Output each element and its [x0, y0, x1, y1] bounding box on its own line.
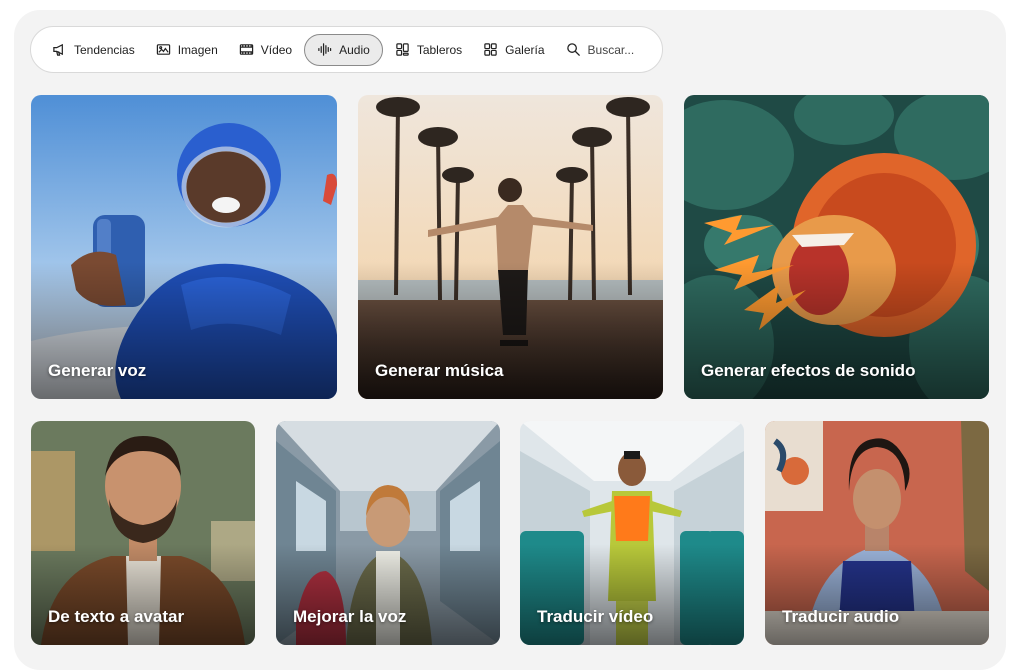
card-generar-efectos-de-sonido[interactable]: Generar efectos de sonido — [684, 95, 989, 399]
card-label: Generar voz — [48, 361, 147, 380]
gallery-icon — [484, 43, 497, 56]
card-label: De texto a avatar — [48, 607, 185, 626]
boards-icon — [396, 43, 409, 56]
nav-item-galeria[interactable]: Galería — [474, 34, 553, 66]
card-label: Mejorar la voz — [293, 607, 407, 626]
image-icon — [156, 44, 170, 55]
card-shade — [765, 544, 989, 645]
nav-item-label: Imagen — [177, 42, 218, 57]
nav-item-label: Tendencias — [74, 42, 135, 57]
card-traducir-audio[interactable]: Traducir audio — [765, 421, 989, 645]
category-nav-bar: Tendencias Imagen Vídeo Audio Tableros G… — [30, 26, 663, 73]
search-button[interactable]: Buscar... — [557, 34, 644, 66]
card-shade — [520, 544, 744, 645]
nav-item-imagen[interactable]: Imagen — [147, 34, 227, 66]
card-label: Generar música — [375, 361, 504, 380]
card-generar-voz[interactable]: Generar voz — [31, 95, 337, 399]
card-label: Generar efectos de sonido — [701, 361, 916, 380]
card-mejorar-la-voz[interactable]: Mejorar la voz — [276, 421, 500, 645]
film-icon — [239, 44, 253, 55]
card-label: Traducir vídeo — [537, 607, 654, 626]
card-generar-musica[interactable]: Generar música — [358, 95, 663, 399]
card-shade — [31, 544, 255, 645]
search-icon — [566, 43, 580, 57]
nav-item-label: Tableros — [416, 42, 463, 57]
nav-item-label: Audio — [339, 42, 370, 57]
nav-item-audio[interactable]: Audio — [304, 33, 383, 66]
card-shade — [276, 544, 500, 645]
nav-item-label: Vídeo — [260, 42, 293, 57]
nav-item-tendencias[interactable]: Tendencias — [43, 34, 144, 66]
card-traducir-video[interactable]: Traducir vídeo — [520, 421, 744, 645]
nav-item-tableros[interactable]: Tableros — [386, 34, 471, 66]
megaphone-icon — [53, 43, 63, 56]
waveform-icon — [318, 43, 332, 56]
search-label: Buscar... — [587, 42, 635, 57]
nav-item-label: Galería — [505, 42, 545, 57]
nav-item-video[interactable]: Vídeo — [230, 34, 301, 66]
card-label: Traducir audio — [782, 607, 900, 626]
card-de-texto-a-avatar[interactable]: De texto a avatar — [31, 421, 255, 645]
